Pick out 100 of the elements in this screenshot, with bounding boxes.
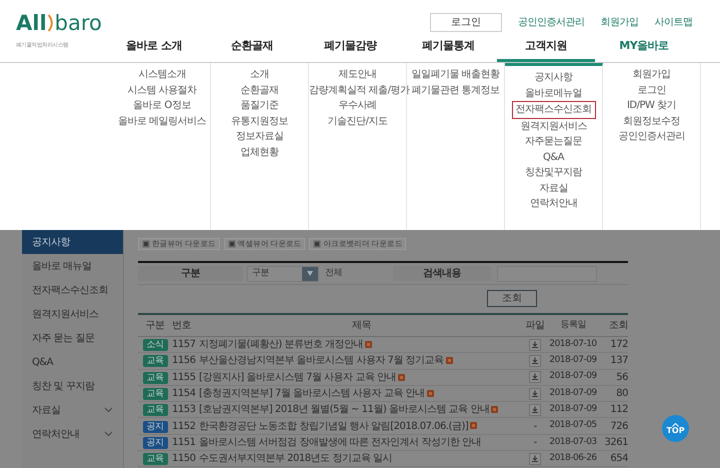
logo-text: All <box>16 12 47 34</box>
menu-item[interactable]: 품질기준 <box>211 98 308 114</box>
menu-item[interactable]: 순환골재 <box>211 82 308 98</box>
sidebar-item[interactable]: 원격지원서비스 <box>22 302 123 326</box>
table-cell-text: 3261 <box>604 436 628 450</box>
chevron-up-icon <box>672 422 679 426</box>
menu-item[interactable]: 연락처안내 <box>505 196 602 212</box>
chevron-down-icon <box>104 407 113 413</box>
table-cell-text: 2018-07-09 <box>548 354 598 368</box>
download-icon[interactable] <box>529 388 541 400</box>
chevron-down-icon <box>104 431 113 437</box>
scroll-top-button[interactable]: TOP <box>662 415 689 442</box>
post-title-link[interactable]: 한국환경공단 노동조합 창립기념일 행사 알림[2018.07.06.(금)] <box>199 420 468 432</box>
category-tag: 공지 <box>142 436 168 449</box>
table-cell-text: 1152 <box>172 420 196 434</box>
sidebar-item[interactable]: 칭찬 및 꾸지람 <box>22 374 123 398</box>
table-cell-text: 2018-07-09 <box>548 370 598 384</box>
download-icon[interactable] <box>529 338 541 351</box>
menu-item[interactable]: 올바로메뉴얼 <box>505 86 602 101</box>
column-header: 구분 <box>144 319 166 333</box>
search-button[interactable]: 조회 <box>487 290 537 307</box>
column-header: 제목 <box>351 319 372 333</box>
category-tag: 공지 <box>142 420 168 433</box>
table-cell-text: 2018-06-26 <box>548 452 598 465</box>
nav-tab[interactable]: 순환골재 <box>203 34 301 62</box>
menu-item[interactable]: 올바로 O정보 <box>114 98 210 114</box>
dropdown-select[interactable]: 전체 <box>321 266 391 282</box>
menu-item[interactable]: 공인인증서관리 <box>603 129 700 144</box>
sidebar-item[interactable]: 전자팩스수신조회 <box>22 278 123 302</box>
nav-tab[interactable]: 폐기물감량 <box>301 34 399 62</box>
sidebar-item[interactable]: 자주 묻는 질문 <box>22 326 123 350</box>
menu-item[interactable]: ID/PW 찾기 <box>603 98 700 114</box>
table-cell-text: 1157 <box>172 338 196 352</box>
menu-item[interactable]: 기술진단/지도 <box>309 114 406 129</box>
menu-item[interactable]: Q&A <box>505 150 602 165</box>
sidebar-item[interactable]: 공지사항 <box>22 230 123 254</box>
document-icon <box>313 240 322 248</box>
logo-text: baro <box>54 12 102 34</box>
caret-icon <box>302 266 318 280</box>
top-link[interactable]: 회원가입 <box>600 14 638 30</box>
menu-item[interactable]: 유통지원정보 <box>211 114 308 129</box>
search-label: 구분 <box>138 266 243 281</box>
download-icon[interactable] <box>529 371 541 384</box>
menu-item[interactable]: 시스템소개 <box>114 67 210 82</box>
post-title-link[interactable]: 올바로시스템 서버점검 장애발생에 따른 전자인계서 작성기한 안내 <box>199 436 482 448</box>
post-title-link[interactable]: 수도권서부지역본부 2018년도 정기교육 일시 <box>199 453 392 464</box>
table-cell-text: 137 <box>609 354 628 368</box>
menu-item[interactable]: 시스템 사용절차 <box>114 82 210 98</box>
table-cell-text: 654 <box>609 452 628 466</box>
logo-swoosh-icon <box>46 12 55 34</box>
sidebar-item[interactable]: Q&A <box>22 350 123 374</box>
post-title-link[interactable]: [충청권지역본부] 7월 올바로시스템 사용자 교육 안내 <box>199 388 425 400</box>
table-cell-text: 2018-07-03 <box>548 436 598 449</box>
menu-item[interactable]: 일일폐기물 배출현황 <box>407 67 504 82</box>
download-icon[interactable] <box>529 404 541 416</box>
sidebar-item[interactable]: 올바로 매뉴얼 <box>22 254 123 278</box>
column-header: 조회 <box>608 319 628 333</box>
table-cell-text: 1156 <box>172 354 196 368</box>
sidebar-item[interactable]: 자료실 <box>22 398 123 422</box>
nav-tab[interactable]: 고객지원 <box>497 34 595 62</box>
table-cell-text: 2018-07-05 <box>548 419 598 432</box>
category-tag: 교육 <box>142 355 168 368</box>
table-cell-text: 112 <box>609 403 628 418</box>
menu-item[interactable]: 우수사례 <box>309 98 406 114</box>
menu-item[interactable]: 원격지원서비스 <box>505 118 602 134</box>
menu-item[interactable]: 칭찬및꾸지람 <box>505 165 602 180</box>
menu-item[interactable]: 제도안내 <box>309 67 406 82</box>
post-title-link[interactable]: [강원지사] 올바로시스템 7월 사용자 교육 안내 <box>199 372 396 383</box>
menu-item[interactable]: 로그인 <box>603 82 700 98</box>
table-cell-text: - <box>533 420 537 434</box>
download-icon[interactable] <box>529 452 541 465</box>
menu-item[interactable]: 자료실 <box>505 180 602 196</box>
menu-item[interactable]: 회원정보수정 <box>603 114 700 129</box>
post-title-link[interactable]: 부산울산경남지역본부 올바로시스템 사용자 7월 정기교육 <box>199 355 444 366</box>
table-cell-text: 1155 <box>172 370 196 385</box>
category-tag: 교육 <box>142 388 168 400</box>
top-link[interactable]: 공인인증서관리 <box>518 14 584 30</box>
search-label: 검색내용 <box>393 266 491 281</box>
nav-tab[interactable]: 올바로 소개 <box>105 34 203 62</box>
nav-tab[interactable]: MY올바로 <box>595 34 693 62</box>
menu-item[interactable]: 회원가입 <box>603 67 700 82</box>
menu-item[interactable]: 자주묻는질문 <box>505 134 602 150</box>
table-cell-text: 2018-07-09 <box>548 386 598 400</box>
menu-item[interactable]: 공지사항 <box>505 70 602 86</box>
menu-item[interactable]: 정보자료실 <box>211 129 308 144</box>
post-title-link[interactable]: [호남권지역본부] 2018년 월별(5월 ~ 11월) 올바로시스템 교육 안내 <box>199 404 490 416</box>
top-link[interactable]: 사이트맵 <box>654 14 692 30</box>
nav-tab[interactable]: 폐기물통계 <box>399 34 497 62</box>
menu-item[interactable]: 올바로 메일링서비스 <box>114 114 210 129</box>
sidebar-item[interactable]: 연락처안내 <box>22 422 123 446</box>
table-cell-text: 1150 <box>172 452 196 466</box>
download-icon[interactable] <box>529 354 541 367</box>
table-cell-text: 1154 <box>172 387 196 402</box>
menu-item[interactable]: 업체현황 <box>211 144 308 160</box>
post-title-link[interactable]: 지정폐기물(폐황산) 분류번호 개정안내 <box>199 339 364 350</box>
menu-item[interactable]: 전자팩스수신조회 <box>512 101 596 118</box>
column-header: 등록일 <box>559 318 587 332</box>
dropdown-select[interactable]: 구분 <box>247 266 319 282</box>
login-button[interactable]: 로그인 <box>430 12 502 32</box>
menu-item[interactable]: 소개 <box>211 67 308 82</box>
